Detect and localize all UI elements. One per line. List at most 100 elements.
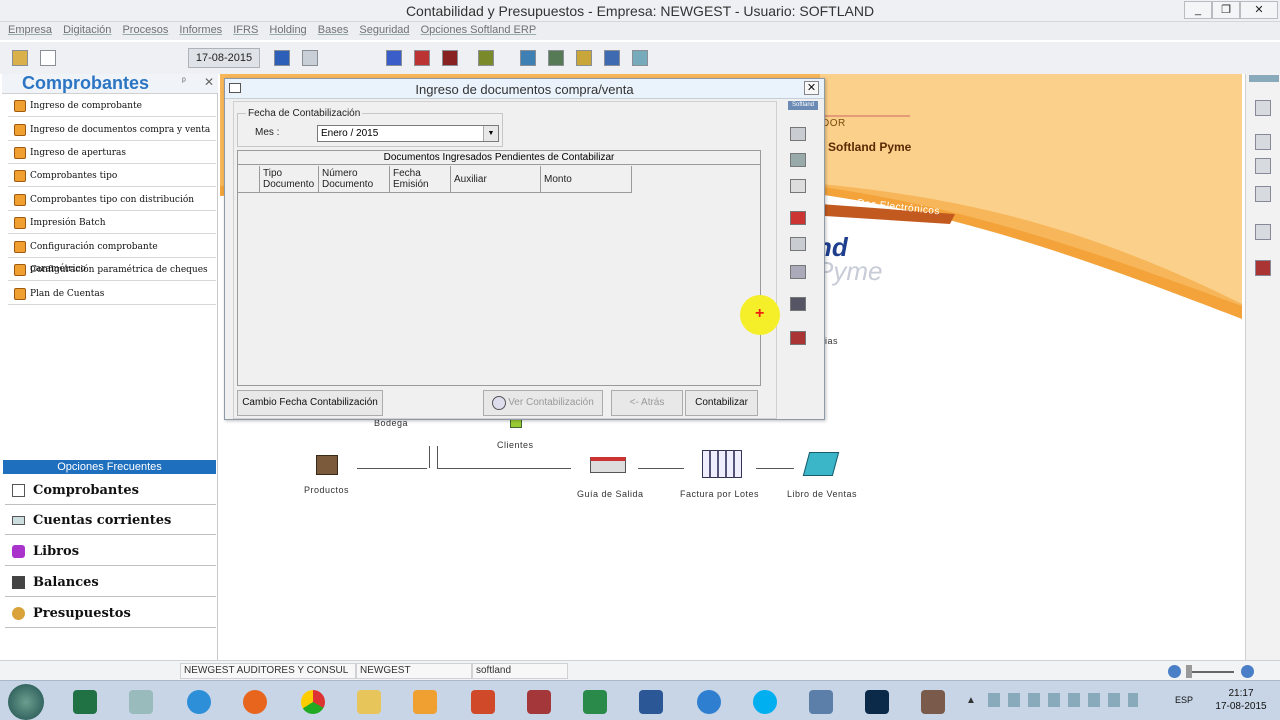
restore-button[interactable]: ❐ (1212, 1, 1240, 19)
products-box-icon[interactable] (316, 455, 338, 475)
book-icon[interactable] (414, 50, 430, 66)
menu-item-config-comprobante[interactable]: Configuración comprobante paramétrico (8, 236, 216, 274)
menu-item-plan-cuentas[interactable]: Plan de Cuentas (8, 283, 216, 305)
menu-ifrs[interactable]: IFRS (233, 24, 258, 36)
sales-book-icon[interactable] (802, 452, 840, 476)
column-fecha-emision[interactable]: Fecha Emisión (390, 166, 451, 193)
column-auxiliar[interactable]: Auxiliar (451, 166, 541, 193)
chevron-down-icon[interactable]: ▼ (483, 126, 498, 141)
system-tray-icons[interactable] (988, 693, 1138, 707)
grid-icon[interactable] (790, 179, 806, 193)
menu-item-impresion-batch[interactable]: Impresión Batch (8, 212, 216, 234)
report-icon[interactable] (1255, 158, 1271, 174)
ledger-icon[interactable] (442, 50, 458, 66)
taskbar-word-app[interactable] (628, 685, 674, 719)
save-icon[interactable] (790, 297, 806, 311)
cambio-fecha-button[interactable]: Cambio Fecha Contabilización (237, 390, 383, 416)
menu-holding[interactable]: Holding (269, 24, 306, 36)
frequent-comprobantes[interactable]: Comprobantes (5, 476, 216, 505)
frequent-cuentas-corrientes[interactable]: Cuentas corrientes (5, 506, 216, 535)
dialog-close-button[interactable]: ✕ (804, 81, 819, 95)
menu-digitacion[interactable]: Digitación (63, 24, 111, 36)
frequent-balances[interactable]: Balances (5, 568, 216, 597)
frequent-presupuestos[interactable]: Presupuestos (5, 599, 216, 628)
taskbar-excel-app[interactable] (62, 685, 108, 719)
frequent-libros[interactable]: Libros (5, 537, 216, 566)
taskbar-powerpoint-app[interactable] (460, 685, 506, 719)
column-monto[interactable]: Monto (541, 166, 632, 193)
taskbar-tool-app[interactable] (910, 685, 956, 719)
taskbar-files-app[interactable] (118, 685, 164, 719)
monitor-icon[interactable] (386, 50, 402, 66)
tools-icon[interactable] (478, 50, 494, 66)
taskbar-ie-app[interactable] (176, 685, 222, 719)
taskbar-firefox-app[interactable] (232, 685, 278, 719)
pdf-icon[interactable] (790, 211, 806, 225)
exit-icon[interactable] (1255, 260, 1271, 276)
taskbar-skype-app[interactable] (742, 685, 788, 719)
menu-item-config-cheques[interactable]: Configuración paramétrica de cheques (8, 259, 216, 281)
zoom-in-icon[interactable] (1241, 665, 1254, 678)
zoom-slider-thumb[interactable] (1186, 665, 1192, 678)
exit-icon[interactable] (790, 331, 806, 345)
menu-procesos[interactable]: Procesos (122, 24, 168, 36)
dispatch-guide-icon[interactable] (590, 457, 626, 473)
preview-icon[interactable] (1255, 134, 1271, 150)
date-field[interactable]: 17-08-2015 (188, 48, 260, 68)
menu-seguridad[interactable]: Seguridad (359, 24, 409, 36)
start-button[interactable] (8, 684, 44, 720)
globe-icon[interactable] (604, 50, 620, 66)
menu-empresa[interactable]: Empresa (8, 24, 52, 36)
taskbar-outlook-app[interactable] (402, 685, 448, 719)
broadcast-icon[interactable] (632, 50, 648, 66)
menu-item-comprobantes-tipo[interactable]: Comprobantes tipo (8, 165, 216, 187)
atras-button[interactable]: <- Atrás (611, 390, 683, 416)
open-folder-icon[interactable] (12, 50, 28, 66)
panel-close-icon[interactable]: ✕ (204, 75, 214, 89)
stack-icon[interactable] (790, 265, 806, 279)
calculator-icon[interactable] (302, 50, 318, 66)
screen-icon[interactable] (520, 50, 536, 66)
print-icon[interactable] (1255, 100, 1271, 116)
export-icon[interactable] (1255, 186, 1271, 202)
batch-invoice-icon[interactable] (702, 450, 742, 478)
menu-item-ingreso-documentos[interactable]: Ingreso de documentos compra y venta (8, 119, 216, 141)
column-tipo-documento[interactable]: Tipo Documento (260, 166, 319, 193)
menu-informes[interactable]: Informes (179, 24, 222, 36)
print-icon[interactable] (790, 127, 806, 141)
taskbar-clock[interactable]: 21:17 17-08-2015 (1205, 687, 1277, 713)
pin-icon[interactable]: ᵖ (182, 76, 186, 87)
column-numero-documento[interactable]: Número Documento (319, 166, 390, 193)
taskbar-softland-app[interactable] (798, 685, 844, 719)
export-icon[interactable] (790, 237, 806, 251)
taskbar-photoshop-app[interactable] (854, 685, 900, 719)
minimize-button[interactable]: _ (1184, 1, 1212, 19)
taskbar-explorer-app[interactable] (346, 685, 392, 719)
taskbar-excel2-app[interactable] (572, 685, 618, 719)
menu-item-comprobantes-tipo-distribucion[interactable]: Comprobantes tipo con distribución (8, 189, 216, 211)
menu-item-ingreso-aperturas[interactable]: Ingreso de aperturas (8, 142, 216, 164)
documentos-grid[interactable]: Documentos Ingresados Pendientes de Cont… (237, 150, 761, 386)
new-document-icon[interactable] (40, 50, 56, 66)
taskbar-access-app[interactable] (516, 685, 562, 719)
dialog-ingreso-documentos: Ingreso de documentos compra/venta ✕ Fec… (224, 78, 825, 420)
taskbar-chrome-app[interactable] (290, 685, 336, 719)
save-icon[interactable] (1255, 224, 1271, 240)
preview-icon[interactable] (790, 153, 806, 167)
chart-icon[interactable] (548, 50, 564, 66)
menu-opciones-softland[interactable]: Opciones Softland ERP (421, 24, 537, 36)
input-language[interactable]: ESP (1175, 695, 1193, 705)
mes-select[interactable]: Enero / 2015 ▼ (317, 125, 499, 142)
contabilizar-button[interactable]: Contabilizar (685, 390, 758, 416)
ver-contabilizacion-button[interactable]: Ver Contabilización (483, 390, 603, 416)
light-bulb-icon[interactable] (576, 50, 592, 66)
menu-item-ingreso-comprobante[interactable]: Ingreso de comprobante (8, 95, 216, 117)
cursor-highlight: + (740, 295, 780, 335)
binoculars-icon[interactable] (274, 50, 290, 66)
close-button[interactable]: ✕ (1240, 1, 1278, 19)
taskbar-mail-app[interactable] (686, 685, 732, 719)
tray-expand-icon[interactable]: ▲ (966, 695, 976, 706)
zoom-slider[interactable] (1186, 671, 1234, 673)
zoom-out-icon[interactable] (1168, 665, 1181, 678)
menu-bases[interactable]: Bases (318, 24, 349, 36)
